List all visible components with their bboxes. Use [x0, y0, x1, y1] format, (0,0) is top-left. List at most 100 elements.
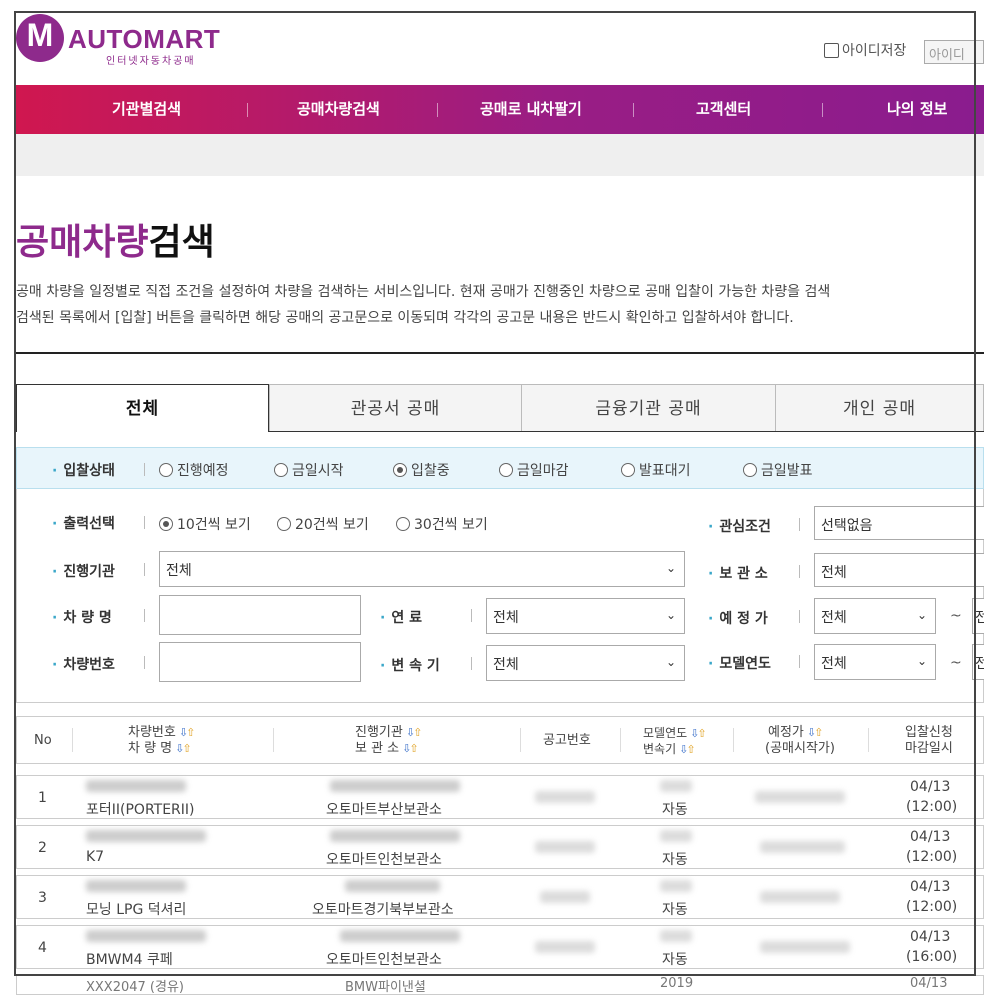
- tab-government[interactable]: 관공서 공매: [269, 384, 522, 432]
- model-year-from-select[interactable]: 전체 ⌄: [814, 644, 936, 680]
- tab-all[interactable]: 전체: [16, 384, 269, 432]
- row-no: 4: [38, 940, 47, 956]
- fuel-label: · 연 료: [380, 610, 422, 626]
- storage-select[interactable]: 전체: [814, 553, 984, 587]
- row-car-name[interactable]: K7: [86, 849, 104, 865]
- sort-arrows-icon[interactable]: ⇩⇧: [690, 727, 707, 740]
- redacted-notice: [535, 941, 595, 953]
- tab-baseline: [269, 431, 984, 432]
- radio-10-per-page[interactable]: 10건씩 보기: [159, 514, 251, 534]
- row-time: (12:00): [906, 849, 958, 865]
- th-no: No: [34, 733, 52, 748]
- row-storage: BMW파이낸셜: [345, 980, 426, 995]
- col-divider: [520, 728, 521, 752]
- separator: [144, 563, 145, 576]
- row-car-name[interactable]: XXX2047 (경유): [86, 976, 184, 995]
- est-price-from-select[interactable]: 전체 ⌄: [814, 598, 936, 634]
- nav-vehicle-search[interactable]: 공매차량검색: [297, 85, 380, 134]
- separator: [799, 565, 800, 578]
- redacted-price: [760, 941, 850, 953]
- row-no: 3: [38, 890, 47, 906]
- interest-select[interactable]: 선택없음: [814, 506, 984, 540]
- th-transmission[interactable]: 변속기 ⇩⇧: [643, 741, 696, 758]
- nav-sell-my-car[interactable]: 공매로 내차팔기: [480, 85, 582, 134]
- redacted-notice: [540, 891, 590, 903]
- bid-status-label: · 입찰상태: [52, 463, 115, 479]
- row-car-name[interactable]: BMWM4 쿠페: [86, 949, 173, 969]
- row-transmission: 자동: [662, 952, 688, 968]
- sub-nav-bar: [16, 134, 984, 176]
- fuel-select[interactable]: 전체 ⌄: [486, 598, 685, 634]
- redacted-agency: [330, 780, 460, 792]
- agency-select[interactable]: 전체 ⌄: [159, 551, 685, 587]
- model-year-label: · 모델연도: [708, 656, 771, 672]
- th-model-year[interactable]: 모델연도 ⇩⇧: [643, 725, 707, 742]
- page-description: 공매 차량을 일정별로 직접 조건을 설정하여 차량을 검색하는 서비스입니다.…: [16, 284, 831, 326]
- remember-id-checkbox[interactable]: 아이디저장: [824, 40, 906, 60]
- chevron-down-icon: ⌄: [665, 608, 676, 622]
- redacted-price: [760, 841, 845, 853]
- automart-logo[interactable]: M AUTOMART 인터넷자동차공매: [16, 14, 226, 70]
- th-car-name[interactable]: 차 량 명 ⇩⇧: [128, 741, 192, 757]
- tab-individual[interactable]: 개인 공매: [775, 384, 984, 432]
- tab-financial[interactable]: 금융기관 공매: [521, 384, 776, 432]
- chevron-down-icon: ⌄: [665, 655, 676, 669]
- row-no: 2: [38, 840, 47, 856]
- separator: [144, 609, 145, 622]
- row-storage: 오토마트부산보관소: [326, 802, 442, 818]
- nav-customer-center[interactable]: 고객센터: [696, 85, 751, 134]
- nav-separator: [633, 103, 634, 117]
- sort-arrows-icon[interactable]: ⇩⇧: [679, 743, 696, 756]
- th-car-number[interactable]: 차량번호 ⇩⇧: [128, 725, 196, 741]
- redacted-agency: [345, 880, 440, 892]
- th-est-price[interactable]: 예정가 ⇩⇧: [768, 725, 824, 741]
- th-storage[interactable]: 보 관 소 ⇩⇧: [355, 741, 419, 757]
- th-bid-apply: 입찰신청: [905, 725, 953, 740]
- sort-arrows-icon[interactable]: ⇩⇧: [179, 726, 196, 739]
- nav-separator: [822, 103, 823, 117]
- th-agency[interactable]: 진행기관 ⇩⇧: [355, 725, 423, 741]
- redacted-notice: [535, 791, 595, 803]
- row-transmission: 자동: [662, 902, 688, 918]
- radio-today-result[interactable]: 금일발표: [743, 460, 813, 480]
- chevron-down-icon: ⌄: [916, 608, 927, 622]
- redacted-price: [760, 891, 840, 903]
- redacted-car-number: [86, 930, 206, 942]
- nav-my-info[interactable]: 나의 정보: [887, 85, 947, 134]
- checkbox-icon: [824, 42, 839, 58]
- transmission-select[interactable]: 전체 ⌄: [486, 645, 685, 681]
- radio-today-close[interactable]: 금일마감: [499, 460, 569, 480]
- nav-separator: [247, 103, 248, 117]
- sort-arrows-icon[interactable]: ⇩⇧: [402, 742, 419, 755]
- redacted-agency: [330, 830, 460, 842]
- sort-arrows-icon[interactable]: ⇩⇧: [807, 726, 824, 739]
- sort-arrows-icon[interactable]: ⇩⇧: [406, 726, 423, 739]
- separator: [471, 609, 472, 622]
- th-notice-number: 공고번호: [543, 733, 591, 748]
- redacted-year: [660, 780, 692, 792]
- car-name-input[interactable]: [159, 595, 361, 635]
- redacted-car-number: [86, 880, 186, 892]
- model-year-to-select[interactable]: 전: [972, 644, 984, 680]
- redacted-price: [755, 791, 845, 803]
- radio-bidding[interactable]: 입찰중: [393, 460, 450, 480]
- est-price-to-select[interactable]: 전: [972, 598, 984, 634]
- sort-arrows-icon[interactable]: ⇩⇧: [175, 742, 192, 755]
- radio-awaiting-result[interactable]: 발표대기: [621, 460, 691, 480]
- id-input[interactable]: 아이디: [924, 40, 984, 64]
- interest-label: · 관심조건: [708, 519, 771, 535]
- car-number-input[interactable]: [159, 642, 361, 682]
- radio-scheduled[interactable]: 진행예정: [159, 460, 229, 480]
- row-date: 04/13: [910, 829, 951, 845]
- nav-agency-search[interactable]: 기관별검색: [112, 85, 181, 134]
- remember-id-label: 아이디저장: [842, 43, 907, 59]
- radio-30-per-page[interactable]: 30건씩 보기: [396, 514, 488, 534]
- est-price-label: · 예 정 가: [708, 611, 768, 627]
- col-divider: [273, 728, 274, 752]
- radio-20-per-page[interactable]: 20건씩 보기: [277, 514, 369, 534]
- range-tilde: ~: [950, 608, 962, 624]
- radio-today-start[interactable]: 금일시작: [274, 460, 344, 480]
- logo-name: AUTOMART: [68, 24, 221, 54]
- row-car-name[interactable]: 모닝 LPG 덕셔리: [86, 899, 186, 919]
- row-car-name[interactable]: 포터II(PORTERII): [86, 799, 195, 819]
